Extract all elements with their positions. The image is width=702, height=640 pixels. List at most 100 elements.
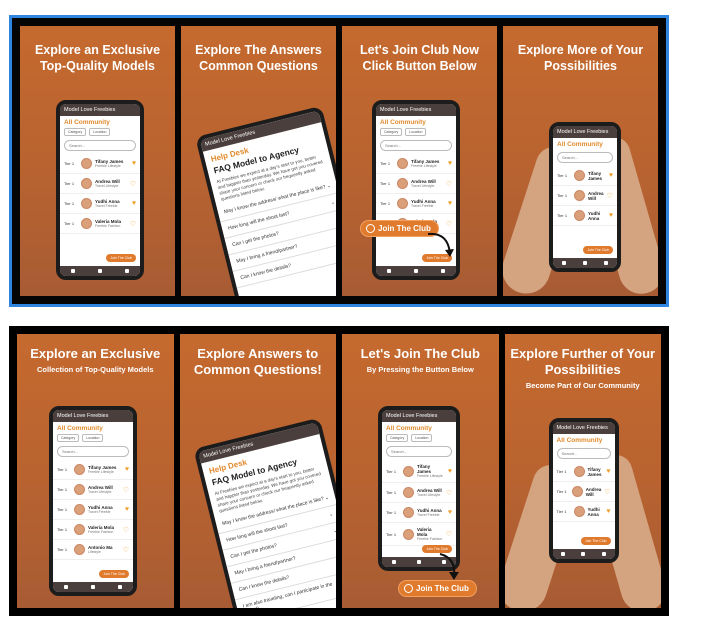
location-filter[interactable]: Location xyxy=(89,128,111,136)
list-item[interactable]: Tier 1 Tifany James Freebie Lifestyle ♥ xyxy=(53,460,133,480)
category-filter[interactable]: Category xyxy=(386,434,409,442)
list-item[interactable]: Tier 1 Tifany James Freebie Lifestyle ♥ xyxy=(382,460,456,483)
list-item[interactable]: Tier 1 Andrea Will Travel Lifestyle ♡ xyxy=(376,174,456,194)
search-input[interactable]: Search... xyxy=(557,152,613,163)
location-filter[interactable]: Location xyxy=(411,434,433,442)
bottom-nav xyxy=(552,549,615,559)
profile-icon[interactable] xyxy=(117,585,122,589)
heart-icon[interactable]: ♥ xyxy=(609,172,613,179)
help-phone-mockup: Model Love Freebies Help Desk FAQ Model … xyxy=(192,417,336,608)
list-item[interactable]: Tier 1 Yudhi Anna Travel Freebie ♥ xyxy=(376,194,456,214)
heart-icon[interactable]: ♡ xyxy=(446,489,452,497)
heart-icon[interactable]: ♡ xyxy=(446,180,452,188)
home-icon[interactable] xyxy=(392,560,397,564)
join-pill-button[interactable]: Join The Club xyxy=(99,570,129,578)
heart-icon[interactable]: ♥ xyxy=(132,160,136,167)
phone-mockup: Model Love Freebies All Community Search… xyxy=(549,122,621,272)
panel-subtitle: By Pressing the Button Below xyxy=(366,365,474,374)
list-item[interactable]: Tier 1 Tifany James ♥ xyxy=(552,462,615,482)
list-item[interactable]: Tier 1 Andrea Will Travel Lifestyle ♡ xyxy=(382,483,456,503)
home-icon[interactable] xyxy=(387,269,392,273)
chat-icon[interactable] xyxy=(582,261,587,265)
list-item[interactable]: Tier 1 Tifany James ♥ xyxy=(553,166,617,186)
search-input[interactable]: Search... xyxy=(64,140,136,151)
chat-icon[interactable] xyxy=(416,560,421,564)
section-title: All Community xyxy=(64,119,110,126)
list-item[interactable]: Tier 1 Andrea Will Travel Lifestyle ♡ xyxy=(53,480,133,500)
home-icon[interactable] xyxy=(561,261,566,265)
list-item[interactable]: Tier 1Valeria MolaFreebie Fashion♡ xyxy=(382,523,456,546)
panel-title: Explore More of Your Possibilities xyxy=(517,43,644,73)
heart-icon[interactable]: ♡ xyxy=(607,192,613,200)
list-item[interactable]: Tier 1 Andrea Will Travel Lifestyle ♡ xyxy=(60,174,140,194)
category-filter[interactable]: Category xyxy=(380,128,403,136)
heart-icon[interactable]: ♡ xyxy=(130,220,136,228)
chat-icon[interactable] xyxy=(97,269,102,273)
heart-icon[interactable]: ♥ xyxy=(448,509,452,516)
heart-icon[interactable]: ♥ xyxy=(125,506,129,513)
heart-icon[interactable]: ♡ xyxy=(604,488,610,496)
heart-icon[interactable]: ♡ xyxy=(130,180,136,188)
app-bar: Model Love Freebies xyxy=(552,422,615,434)
heart-icon[interactable]: ♥ xyxy=(448,200,452,207)
bottom-panel-models: Explore an Exclusive Collection of Top-Qu… xyxy=(17,334,174,608)
list-item[interactable]: Tier 1 Yudhi Anna Travel Freebie ♥ xyxy=(382,503,456,523)
profile-icon[interactable] xyxy=(124,269,129,273)
profile-icon[interactable] xyxy=(440,269,445,273)
chevron-down-icon: ⌄ xyxy=(326,182,332,190)
location-filter[interactable]: Location xyxy=(405,128,427,136)
list-item[interactable]: Tier 1 Yudhi Anna Travel Freebie ♥ xyxy=(60,194,140,214)
location-filter[interactable]: Location xyxy=(82,434,104,442)
list-item[interactable]: Tier 1 Yudhi Anna ♥ xyxy=(552,502,615,522)
profile-icon[interactable] xyxy=(604,261,609,265)
category-filter[interactable]: Category xyxy=(57,434,80,442)
bottom-panel-join: Let's Join The Club By Pressing the Butto… xyxy=(342,334,499,608)
heart-icon[interactable]: ♥ xyxy=(125,466,129,473)
chat-icon[interactable] xyxy=(90,585,95,589)
search-input[interactable]: Search... xyxy=(380,140,452,151)
avatar xyxy=(81,218,92,229)
list-item[interactable]: Tier 1 Andrea Will ♡ xyxy=(553,186,617,206)
search-input[interactable]: Search... xyxy=(57,446,129,457)
avatar xyxy=(403,528,414,540)
top-panel-possibilities: Explore More of Your Possibilities Model… xyxy=(503,26,658,296)
heart-icon[interactable]: ♥ xyxy=(606,468,610,475)
chat-icon[interactable] xyxy=(413,269,418,273)
heart-icon[interactable]: ♡ xyxy=(446,530,452,538)
heart-icon[interactable]: ♡ xyxy=(123,486,129,494)
heart-icon[interactable]: ♡ xyxy=(123,546,129,554)
arrow-icon xyxy=(439,553,459,580)
heart-icon[interactable]: ♥ xyxy=(606,508,610,515)
join-pill-button[interactable]: Join The Club xyxy=(106,254,136,262)
list-item[interactable]: Tier 1 Antonio Ma Lifestyle ♡ xyxy=(53,540,133,560)
list-item[interactable]: Tier 1 Tifany James Freebie Lifestyle ♥ xyxy=(60,154,140,174)
avatar xyxy=(574,170,585,181)
heart-icon[interactable]: ♥ xyxy=(609,212,613,219)
category-filter[interactable]: Category xyxy=(64,128,87,136)
list-item[interactable]: Tier 1 Tifany James Freebie Lifestyle ♥ xyxy=(376,154,456,174)
profile-icon[interactable] xyxy=(602,552,607,556)
home-icon[interactable] xyxy=(560,552,565,556)
home-icon[interactable] xyxy=(71,269,76,273)
list-item[interactable]: Tier 1 Yudhi Anna ♥ xyxy=(553,206,617,226)
heart-icon[interactable]: ♥ xyxy=(448,160,452,167)
list-item[interactable]: Tier 1 Yudhi Anna Travel Freebie ♥ xyxy=(53,500,133,520)
list-item[interactable]: Tier 1 Andrea Will ♡ xyxy=(552,482,615,502)
whatsapp-icon xyxy=(366,224,375,233)
join-club-button[interactable]: Join The Club xyxy=(398,580,477,597)
top-panel-faq: Explore The Answers Common Questions Mod… xyxy=(181,26,336,296)
heart-icon[interactable]: ♡ xyxy=(446,220,452,228)
avatar xyxy=(403,487,414,498)
heart-icon[interactable]: ♡ xyxy=(123,526,129,534)
list-item[interactable]: Tier 1Valeria MolaFreebie Fashion♡ xyxy=(53,520,133,540)
heart-icon[interactable]: ♥ xyxy=(448,468,452,475)
join-pill-button[interactable]: Join The Club xyxy=(583,246,613,254)
chat-icon[interactable] xyxy=(581,552,586,556)
search-input[interactable]: Search... xyxy=(556,448,611,459)
search-input[interactable]: Search... xyxy=(386,446,452,457)
avatar xyxy=(81,158,92,169)
list-item[interactable]: Tier 1Valeria MolaFreebie Fashion♡ xyxy=(60,214,140,234)
heart-icon[interactable]: ♥ xyxy=(132,200,136,207)
home-icon[interactable] xyxy=(64,585,69,589)
join-pill-button[interactable]: Join The Club xyxy=(580,537,611,545)
